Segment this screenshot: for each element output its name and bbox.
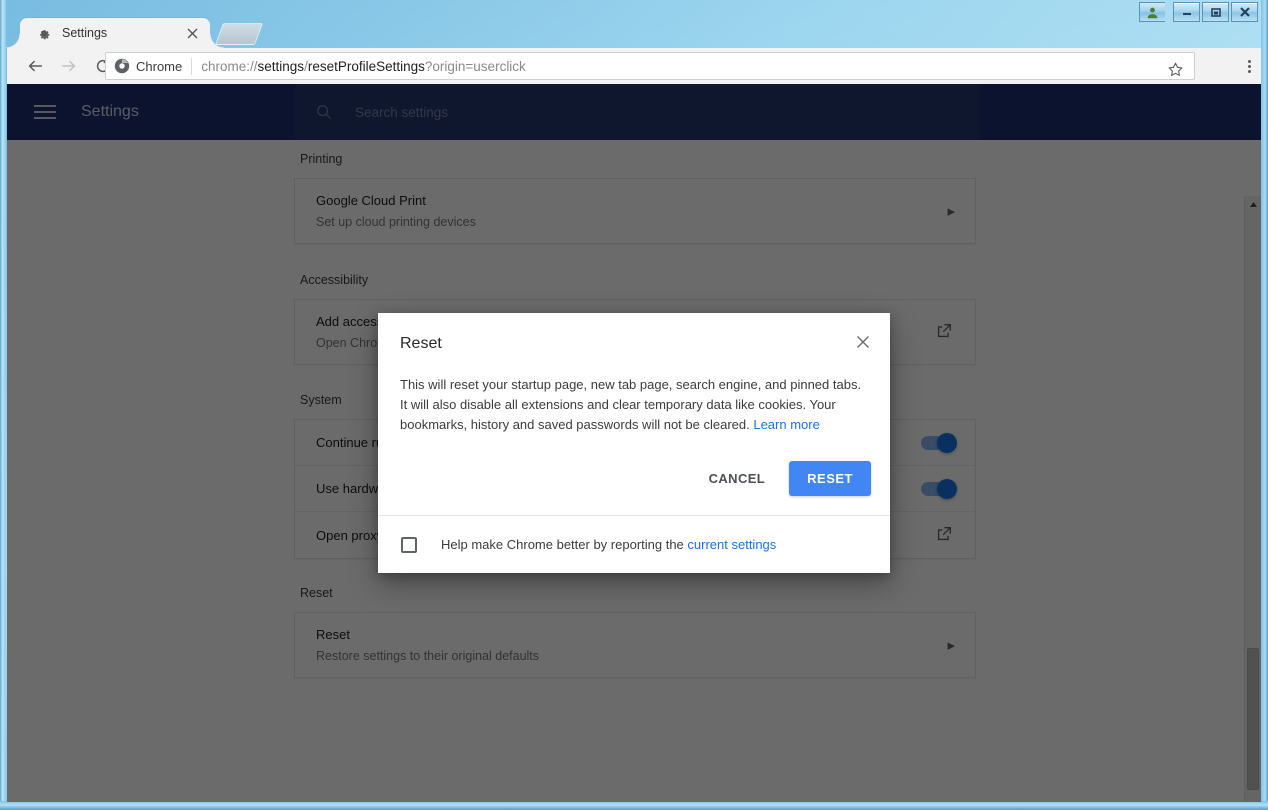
new-tab-button[interactable]	[214, 23, 264, 45]
gear-icon	[36, 25, 52, 41]
dialog-title: Reset	[400, 335, 442, 352]
browser-menu-icon[interactable]	[1239, 56, 1259, 76]
learn-more-link[interactable]: Learn more	[753, 417, 819, 432]
current-settings-link[interactable]: current settings	[687, 537, 776, 552]
bookmark-star-icon[interactable]	[1164, 58, 1186, 80]
window-border-left	[0, 0, 6, 810]
site-identity-chip[interactable]: Chrome	[114, 58, 182, 74]
omnibox-divider	[191, 57, 193, 75]
chrome-icon	[114, 58, 130, 74]
security-label: Chrome	[136, 58, 183, 74]
address-bar[interactable]: Chrome chrome://settings/resetProfileSet…	[105, 52, 1195, 80]
cancel-button[interactable]: CANCEL	[695, 462, 780, 495]
close-icon[interactable]	[185, 26, 200, 41]
reset-button[interactable]: RESET	[789, 461, 871, 496]
dialog-actions: CANCEL RESET	[378, 435, 890, 515]
url-text: chrome://settings/resetProfileSettings?o…	[201, 58, 526, 74]
tab-settings[interactable]: Settings	[6, 18, 224, 48]
report-settings-checkbox[interactable]	[401, 536, 417, 553]
window-border-bottom	[0, 801, 1268, 810]
tab-title: Settings	[62, 26, 108, 40]
window-border-right	[1261, 0, 1268, 810]
browser-toolbar: Chrome chrome://settings/resetProfileSet…	[7, 48, 1261, 84]
dialog-body: This will reset your startup page, new t…	[378, 375, 890, 435]
dialog-header: Reset	[378, 313, 890, 375]
forward-icon[interactable]	[55, 52, 83, 80]
consent-text: Help make Chrome better by reporting the	[441, 537, 688, 552]
back-icon[interactable]	[21, 52, 49, 80]
consent-row: Help make Chrome better by reporting the…	[378, 515, 890, 573]
consent-label: Help make Chrome better by reporting the…	[441, 537, 776, 552]
tab-strip: Settings	[6, 18, 1261, 48]
close-icon[interactable]	[850, 329, 876, 355]
reset-dialog: Reset This will reset your startup page,…	[378, 313, 890, 573]
settings-page: Settings Search settings Printing Google…	[7, 84, 1261, 802]
